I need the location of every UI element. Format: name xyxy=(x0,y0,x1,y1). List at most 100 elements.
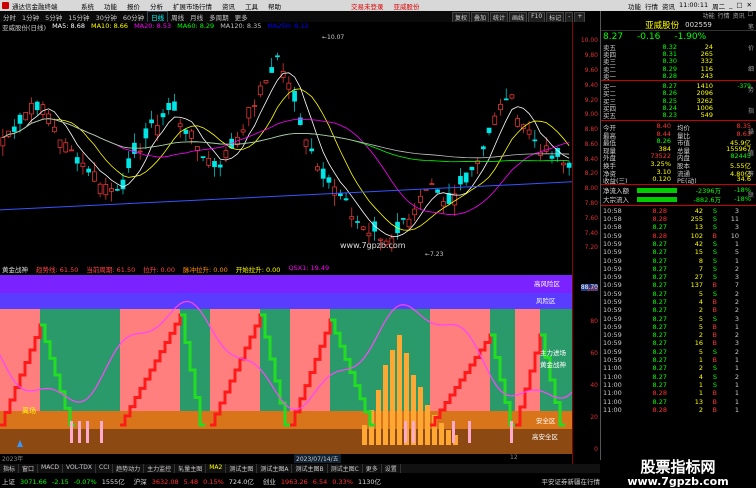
last-price: 8.27 xyxy=(603,32,624,42)
sub-value-4: 开始拉升: 0.00 xyxy=(235,266,281,274)
tick-side: B xyxy=(712,331,717,340)
side-tab-4[interactable]: 指 xyxy=(748,106,754,115)
timeframe-0[interactable]: 分时 xyxy=(0,12,19,22)
right-tab-2[interactable]: 资讯 xyxy=(733,11,745,20)
quote-value: 155967 xyxy=(726,144,751,153)
timeframe-2[interactable]: 5分钟 xyxy=(42,12,65,22)
side-tab-2[interactable]: 细 xyxy=(748,64,754,73)
candle-body xyxy=(309,148,315,152)
app-logo: 通达信金融终端 xyxy=(0,1,76,11)
candle-body xyxy=(509,94,515,99)
menu-item-ext-market[interactable]: 扩展市场行情 xyxy=(168,1,217,11)
bottom-tab-12[interactable]: 测试主图C xyxy=(328,464,363,473)
y-tick-main: 7.80 xyxy=(584,199,598,207)
right-tab-0[interactable]: 功能 xyxy=(703,11,715,20)
index-pct: 0.33% xyxy=(332,477,353,486)
ma60-line xyxy=(2,118,570,163)
index-amt: 1555亿 xyxy=(101,477,125,486)
bottom-tab-6[interactable]: 主力监控 xyxy=(144,464,176,473)
index-label: 创业 xyxy=(262,477,276,486)
menu-item-quote[interactable]: 报价 xyxy=(122,1,145,11)
weekday: 周二 xyxy=(712,2,726,11)
menu-item-analysis[interactable]: 分析 xyxy=(145,1,168,11)
mid-watermark: www.7gpzb.com xyxy=(340,241,406,250)
quote-label: 现量 xyxy=(603,146,616,155)
index-2[interactable]: 创业 1963.26 6.54 0.33% 1130亿 xyxy=(263,476,386,486)
right-tab-3[interactable]: ☐ xyxy=(748,11,753,19)
right-tab-1[interactable]: 行情 xyxy=(718,11,730,20)
quote-row: 今开 8.40 均价 8.35 xyxy=(601,122,756,132)
timeframe-10[interactable]: 更多 xyxy=(232,12,251,22)
zone-block xyxy=(0,309,40,411)
bottom-tab-9[interactable]: 测试主图 xyxy=(226,464,258,473)
index-0[interactable]: 上证 3071.66 -2.15 -0.07% 1555亿 xyxy=(2,476,130,486)
side-tab-3[interactable]: 势 xyxy=(748,85,754,94)
bottom-tab-8[interactable]: MA2 xyxy=(206,464,227,473)
bottom-tab-3[interactable]: VOL-TDX xyxy=(63,464,96,473)
right-panel: 功能 行情 资讯 ☐ 亚威股份 002559 8.27 -0.16 -1.90% 卖五… xyxy=(600,11,756,487)
bottom-tab-1[interactable]: 窗口 xyxy=(19,464,39,473)
sub-value-2: 拉升: 0.00 xyxy=(143,266,175,274)
candle-body xyxy=(114,189,120,191)
side-tab-6[interactable]: 值 xyxy=(748,148,754,157)
bottom-tab-14[interactable]: 设置 xyxy=(382,464,401,473)
y-tick-sub: 0 xyxy=(594,446,598,453)
candle-body xyxy=(303,139,309,147)
zone-label-brand: 黄金战神 xyxy=(540,360,566,369)
quote-label: 净资 xyxy=(603,169,616,178)
menu-item-function[interactable]: 功能 xyxy=(99,1,122,11)
bids-label: 买五 xyxy=(603,112,616,121)
candle-body xyxy=(561,162,566,166)
menu-item-system[interactable]: 系统 xyxy=(76,1,99,11)
menu-item-help[interactable]: 帮助 xyxy=(263,1,286,11)
tick-vol: 5 xyxy=(698,314,703,323)
menu-item-tools[interactable]: 工具 xyxy=(240,1,263,11)
timeframe-4[interactable]: 30分钟 xyxy=(93,12,120,22)
menu-right-news[interactable]: 资讯 xyxy=(662,1,675,11)
bottom-tab-10[interactable]: 测试主图A xyxy=(257,464,293,473)
sub-indicator-chart[interactable]: 高风险区 风险区 安全区 高安全区 主力进场 黄金战神 离场 xyxy=(0,275,573,455)
main-chart[interactable]: ←10.07 ←7.23 www.7gpzb.com xyxy=(0,22,573,262)
menu-item-news[interactable]: 资讯 xyxy=(217,1,240,11)
bottom-tab-0[interactable]: 指标 xyxy=(0,464,20,473)
index-1[interactable]: 沪深 3632.08 5.48 0.15% 724.0亿 xyxy=(134,476,259,486)
tick-row: 10:59 8.27 27 S 3 xyxy=(601,273,756,281)
bottom-tab-5[interactable]: 趋势动力 xyxy=(113,464,145,473)
side-tab-7[interactable]: 筹 xyxy=(748,169,754,178)
close-icon[interactable]: ✕ xyxy=(747,1,752,11)
side-tab-0[interactable]: 笔 xyxy=(748,22,754,31)
tick-time: 11:00 xyxy=(603,380,622,389)
menu-right-function[interactable]: 功能 xyxy=(628,1,641,11)
side-tab-1[interactable]: 价 xyxy=(748,43,754,52)
bottom-tab-7[interactable]: 轧量主图 xyxy=(175,464,207,473)
timeframe-3[interactable]: 15分钟 xyxy=(65,12,92,22)
timeframe-6[interactable]: 日线 xyxy=(147,10,169,23)
tick-list[interactable]: 10:58 8.28 42 S 3 10:58 8.28 255 S 11 10:58 8.27 13 S… xyxy=(601,207,756,414)
quote-value: 384 xyxy=(658,144,671,153)
menu-right-quote[interactable]: 行情 xyxy=(645,1,658,11)
tick-price: 8.27 xyxy=(652,256,667,265)
y-tick-sub: 80 xyxy=(590,318,598,325)
candle-body xyxy=(154,125,160,136)
bottom-tab-11[interactable]: 测试主图B xyxy=(292,464,328,473)
candle-body xyxy=(109,188,114,192)
quote-value: 82445 xyxy=(730,152,751,161)
timeframe-9[interactable]: 多周期 xyxy=(206,12,232,22)
tick-vol: 1 xyxy=(698,389,703,398)
side-tab-8[interactable]: 联 xyxy=(748,190,754,199)
minimize-icon[interactable]: _ xyxy=(729,1,732,11)
timeframe-1[interactable]: 1分钟 xyxy=(19,12,42,22)
timeframe-5[interactable]: 60分钟 xyxy=(120,12,147,22)
side-tab-5[interactable]: 操 xyxy=(748,127,754,136)
bottom-tab-4[interactable]: CCI xyxy=(96,464,114,473)
timeframe-8[interactable]: 月线 xyxy=(187,12,206,22)
timeframe-7[interactable]: 周线 xyxy=(168,12,187,22)
maximize-icon[interactable]: □ xyxy=(736,1,742,11)
candle-body xyxy=(23,112,29,121)
bottom-tab-2[interactable]: MACD xyxy=(38,464,64,473)
tick-price: 8.28 xyxy=(652,389,667,398)
trading-status[interactable]: 交易未登录 xyxy=(346,1,389,11)
index-value: 3071.66 xyxy=(20,477,47,486)
ma-legend: 亚威股份(日线) MA5: 8.68 MA10: 8.66 MA20: 8.53 MA… xyxy=(0,22,572,32)
bottom-tab-13[interactable]: 更多 xyxy=(363,464,382,473)
